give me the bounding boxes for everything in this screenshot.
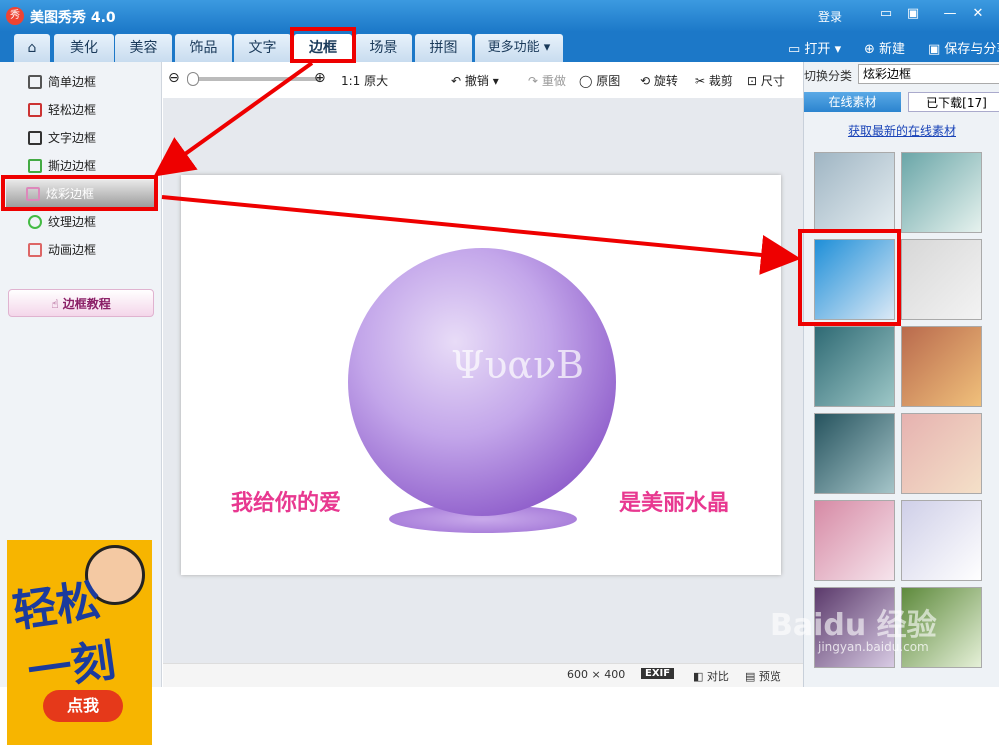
material-thumbnail[interactable] xyxy=(814,500,895,581)
main-tab-bar: ⌂ 美化 美容 饰品 文字 边框 场景 拼图 更多功能 ▾ ▭ 打开 ▾ ⊕ 新… xyxy=(0,32,999,62)
size-label: 尺寸 xyxy=(760,74,785,88)
rotate-label: 旋转 xyxy=(653,74,678,88)
menu-label: 动画边框 xyxy=(48,243,97,257)
material-thumbnail[interactable] xyxy=(814,152,895,233)
compare-button[interactable]: ◧ 对比 xyxy=(693,668,729,684)
tab-scene[interactable]: 场景 xyxy=(355,34,412,62)
login-link[interactable]: 登录 xyxy=(818,8,842,25)
category-select[interactable]: 炫彩边框 xyxy=(858,64,999,84)
fetch-new-material-link[interactable]: 获取最新的在线素材 xyxy=(804,122,999,139)
menu-simple-frame[interactable]: 简单边框 xyxy=(8,70,156,94)
menu-label: 简单边框 xyxy=(48,75,97,89)
edit-toolbar: ⊖ ⊕ 1:1 原大 ↶ 撤销 ▾ ↷ 重做 ◯ 原图 ⟲ 旋转 ✂ 裁剪 ⊡ … xyxy=(163,62,798,98)
feedback-icon[interactable]: ▣ xyxy=(905,6,921,22)
torn-frame-icon xyxy=(28,159,42,173)
frame-category-panel: 简单边框 轻松边框 文字边框 撕边边框 炫彩边框 纹理边框 动画边框 ☝ 边框教… xyxy=(0,62,162,745)
message-icon[interactable]: ▭ xyxy=(878,6,894,22)
texture-frame-icon xyxy=(28,215,42,229)
exif-button[interactable]: EXIF xyxy=(641,668,675,679)
app-logo-icon: 秀 xyxy=(6,7,24,25)
image-dimensions: 600 × 400 xyxy=(567,668,626,681)
redo-button[interactable]: ↷ 重做 xyxy=(528,72,566,89)
frame-tutorial-button[interactable]: ☝ 边框教程 xyxy=(8,289,154,317)
material-thumbnail[interactable] xyxy=(901,326,982,407)
new-label: 新建 xyxy=(879,42,906,57)
image-canvas[interactable]: ΨυανΒ 我给你的爱 是美丽水晶 xyxy=(181,175,781,575)
category-label: 切换分类 xyxy=(804,69,853,83)
ad-banner[interactable]: 轻松 一刻 点我 xyxy=(7,540,152,745)
material-thumbnail[interactable] xyxy=(901,239,982,320)
zoom-out-icon[interactable]: ⊖ xyxy=(168,70,180,86)
zoom-slider-handle[interactable] xyxy=(187,72,199,86)
tab-beautify[interactable]: 美化 xyxy=(54,34,114,62)
new-button[interactable]: ⊕ 新建 xyxy=(864,38,905,57)
tab-online-material[interactable]: 在线素材 xyxy=(804,92,901,112)
menu-label: 文字边框 xyxy=(48,131,97,145)
material-panel: 切换分类 炫彩边框 在线素材 已下载[17] 获取最新的在线素材 xyxy=(803,62,999,687)
material-thumbnail[interactable] xyxy=(901,413,982,494)
baidu-watermark: Baidu 经验 xyxy=(770,608,937,643)
menu-label: 纹理边框 xyxy=(48,215,97,229)
open-button[interactable]: ▭ 打开 ▾ xyxy=(788,38,841,57)
minimize-icon[interactable]: — xyxy=(942,6,958,22)
easy-frame-icon xyxy=(28,103,42,117)
menu-label: 撕边边框 xyxy=(48,159,97,173)
zoom-in-icon[interactable]: ⊕ xyxy=(314,70,326,86)
menu-easy-frame[interactable]: 轻松边框 xyxy=(8,98,156,122)
preview-label: 预览 xyxy=(758,670,781,683)
material-thumbnail[interactable] xyxy=(814,326,895,407)
tab-text[interactable]: 文字 xyxy=(234,34,291,62)
save-label: 保存与分享 xyxy=(944,42,999,57)
original-size-button[interactable]: 1:1 原大 xyxy=(341,72,388,89)
rotate-button[interactable]: ⟲ 旋转 xyxy=(640,72,678,89)
menu-text-frame[interactable]: 文字边框 xyxy=(8,126,156,150)
redo-label: 重做 xyxy=(541,74,566,88)
image-watermark: ΨυανΒ xyxy=(451,343,585,387)
open-label: 打开 xyxy=(804,42,831,57)
hand-icon: ☝ xyxy=(51,297,63,311)
material-thumbnail[interactable] xyxy=(901,500,982,581)
left-caption: 我给你的爱 xyxy=(231,491,342,516)
title-bar: 秀 美图秀秀 4.0 登录 ▭ ▣ — ✕ xyxy=(0,0,999,32)
zoom-slider[interactable] xyxy=(193,77,321,81)
animated-frame-icon xyxy=(28,243,42,257)
crop-label: 裁剪 xyxy=(708,74,733,88)
status-bar: 600 × 400 EXIF ◧ 对比 ▤ 预览 xyxy=(163,663,803,687)
menu-texture-frame[interactable]: 纹理边框 xyxy=(8,210,156,234)
highlight-colorful-frame xyxy=(1,175,158,211)
material-thumbnail[interactable] xyxy=(814,413,895,494)
ad-click-button[interactable]: 点我 xyxy=(43,690,123,722)
original-image-button[interactable]: ◯ 原图 xyxy=(579,72,620,89)
right-caption: 是美丽水晶 xyxy=(619,491,730,516)
tab-accessory[interactable]: 饰品 xyxy=(175,34,232,62)
highlight-selected-thumbnail xyxy=(798,229,901,326)
text-frame-icon xyxy=(28,131,42,145)
ad-line2: 一刻 xyxy=(24,635,119,698)
tab-collage[interactable]: 拼图 xyxy=(415,34,472,62)
menu-animated-frame[interactable]: 动画边框 xyxy=(8,238,156,262)
preview-button[interactable]: ▤ 预览 xyxy=(745,668,781,684)
crop-button[interactable]: ✂ 裁剪 xyxy=(695,72,733,89)
save-share-button[interactable]: ▣ 保存与分享 xyxy=(928,38,999,57)
home-tab[interactable]: ⌂ xyxy=(14,34,50,62)
original-label: 原图 xyxy=(596,74,621,88)
baidu-url: jingyan.baidu.com xyxy=(818,640,929,654)
tab-face[interactable]: 美容 xyxy=(115,34,172,62)
undo-label: 撤销 xyxy=(464,74,489,88)
resize-button[interactable]: ⊡ 尺寸 xyxy=(747,72,785,89)
compare-label: 对比 xyxy=(706,670,729,683)
tab-downloaded[interactable]: 已下载[17] xyxy=(908,92,999,112)
simple-frame-icon xyxy=(28,75,42,89)
material-thumbnail[interactable] xyxy=(901,152,982,233)
undo-button[interactable]: ↶ 撤销 ▾ xyxy=(451,72,499,89)
menu-label: 轻松边框 xyxy=(48,103,97,117)
highlight-frame-tab xyxy=(290,27,356,63)
tutorial-label: 边框教程 xyxy=(62,297,111,311)
close-icon[interactable]: ✕ xyxy=(970,6,986,22)
tab-more[interactable]: 更多功能 ▾ xyxy=(475,34,563,62)
app-title: 美图秀秀 4.0 xyxy=(30,10,116,26)
